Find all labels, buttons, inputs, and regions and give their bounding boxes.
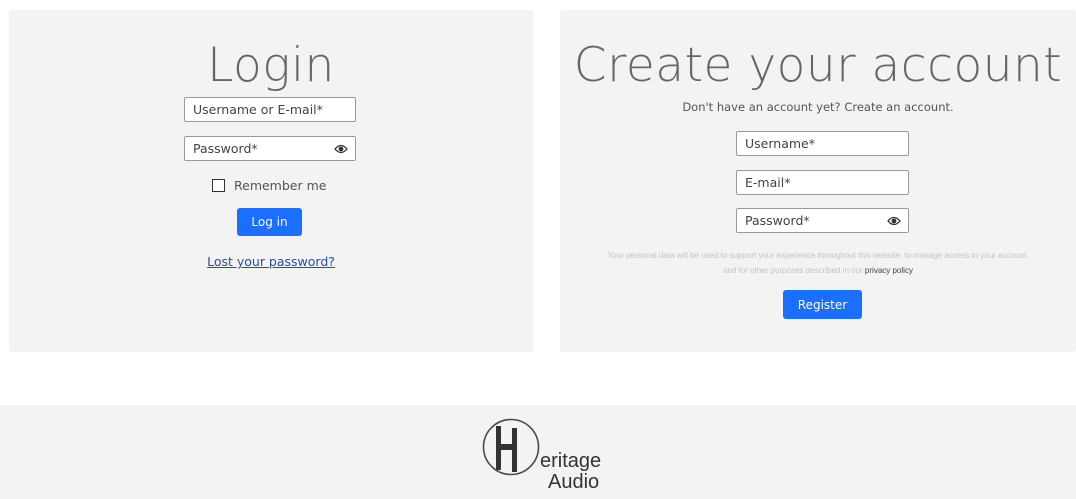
remember-me-label: Remember me	[234, 177, 327, 193]
register-button[interactable]: Register	[783, 290, 862, 319]
privacy-notice-text: Your personal data will be used to suppo…	[607, 251, 1029, 275]
lost-password-link[interactable]: Lost your password?	[9, 254, 533, 269]
eye-icon[interactable]	[887, 215, 901, 227]
heritage-audio-logo[interactable]: eritage Audio	[482, 416, 607, 498]
register-username-field[interactable]	[736, 131, 909, 156]
register-password-input[interactable]	[737, 209, 908, 232]
remember-me-checkbox[interactable]	[212, 178, 225, 192]
privacy-policy-link[interactable]: privacy policy	[865, 266, 913, 275]
register-username-input[interactable]	[737, 132, 908, 155]
footer: eritage Audio	[0, 405, 1076, 499]
register-panel: Create your account Don't have an accoun…	[560, 10, 1076, 352]
register-subtitle: Don't have an account yet? Create an acc…	[682, 100, 954, 114]
register-email-field[interactable]	[736, 170, 909, 195]
login-panel: Login Remember me Log in Lost your passw…	[9, 10, 533, 352]
register-email-input[interactable]	[737, 171, 908, 194]
login-password-input[interactable]	[185, 137, 355, 160]
register-title: Create your account	[573, 38, 1063, 93]
eye-icon[interactable]	[334, 143, 348, 155]
login-username-field[interactable]	[184, 97, 356, 122]
login-title: Login	[207, 38, 335, 93]
privacy-notice: Your personal data will be used to suppo…	[600, 248, 1036, 278]
logo-text-line2: Audio	[548, 471, 599, 493]
register-password-field[interactable]	[736, 208, 909, 233]
login-button[interactable]: Log in	[237, 208, 302, 236]
login-password-field[interactable]	[184, 136, 356, 161]
logo-text-line1: eritage	[540, 450, 601, 472]
login-username-input[interactable]	[185, 98, 355, 121]
remember-me-row[interactable]: Remember me	[212, 176, 326, 194]
